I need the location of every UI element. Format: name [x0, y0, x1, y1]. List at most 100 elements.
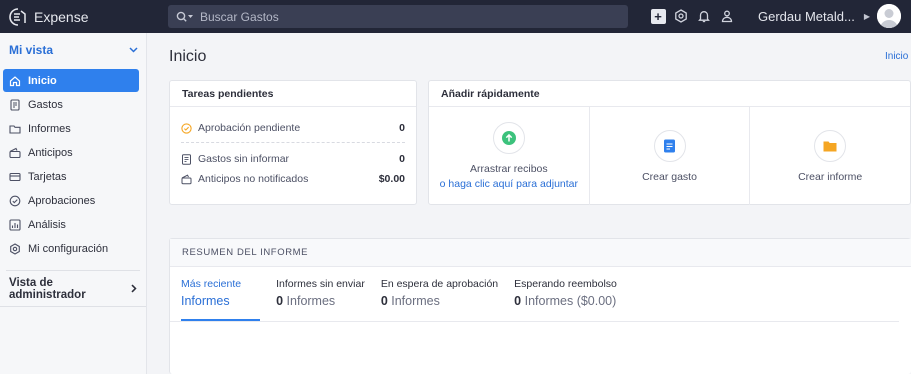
gear-icon: [9, 242, 21, 255]
expense-icon-circle: [653, 129, 686, 162]
avatar[interactable]: [877, 4, 901, 28]
report-folder-icon: [823, 141, 837, 151]
task-row-pending-approval[interactable]: Aprobación pendiente 0: [170, 118, 416, 138]
tab-label: Más reciente: [181, 278, 242, 290]
search-box[interactable]: [168, 5, 628, 28]
task-label: Aprobación pendiente: [198, 122, 301, 134]
task-value: 0: [399, 153, 405, 165]
admin-view-link[interactable]: Vista de administrador: [0, 271, 146, 307]
receipt-icon: [181, 153, 192, 165]
search-input[interactable]: [200, 9, 600, 24]
sidebar: Mi vista Inicio Gastos Informes Anticipo…: [0, 33, 147, 374]
pending-tasks-card: Tareas pendientes Aprobación pendiente 0…: [169, 80, 417, 205]
receipt-icon: [9, 98, 21, 111]
upload-link[interactable]: o haga clic aquí para adjuntar: [440, 178, 578, 190]
wallet-icon: [9, 147, 21, 159]
tab-label: Esperando reembolso: [514, 278, 617, 290]
create-report-button[interactable]: Crear informe: [750, 107, 910, 205]
tab-awaiting-reimbursement[interactable]: Esperando reembolso 0 Informes ($0.00): [514, 278, 617, 321]
page-title: Inicio: [169, 48, 207, 65]
sidebar-item-label: Análisis: [28, 218, 66, 231]
bell-icon[interactable]: [696, 8, 712, 24]
tab-unit: Informes ($0.00): [524, 294, 617, 308]
tab-value: 0 Informes ($0.00): [514, 294, 617, 308]
top-actions: +: [650, 8, 735, 24]
upload-text: Arrastrar recibos: [470, 163, 548, 175]
sidebar-item-label: Informes: [28, 122, 71, 135]
chevron-down-icon: [129, 47, 138, 53]
quick-add-title: Añadir rápidamente: [429, 81, 910, 107]
wallet-icon: [181, 174, 192, 185]
search-icon[interactable]: [168, 11, 200, 23]
tab-label: En espera de aprobación: [380, 278, 499, 290]
tab-awaiting-approval[interactable]: En espera de aprobación 0 Informes: [381, 278, 498, 321]
tab-value: 0 Informes: [276, 294, 365, 308]
sidebar-item-label: Gastos: [28, 98, 63, 111]
task-row-unreported-advances[interactable]: Anticipos no notificados $0.00: [170, 169, 416, 189]
card-icon: [9, 171, 21, 183]
report-icon-circle: [814, 129, 847, 162]
sidebar-item-configuracion[interactable]: Mi configuración: [0, 237, 146, 260]
sidebar-item-analisis[interactable]: Análisis: [0, 213, 146, 236]
tab-unit: Informes: [181, 294, 230, 308]
task-value: 0: [399, 122, 405, 134]
caret-right-icon: ▶: [863, 12, 870, 21]
breadcrumb[interactable]: Inicio: [885, 51, 908, 62]
tab-unsubmitted[interactable]: Informes sin enviar 0 Informes: [276, 278, 365, 321]
users-icon[interactable]: [719, 8, 735, 24]
admin-view-label: Vista de administrador: [9, 276, 86, 301]
create-report-label: Crear informe: [798, 170, 863, 183]
task-value: $0.00: [378, 173, 405, 185]
company-switcher[interactable]: Gerdau Metald... ▶: [758, 9, 870, 24]
upload-arrow-icon: [501, 131, 516, 145]
sidebar-item-label: Inicio: [28, 74, 57, 87]
tab-count: 0: [514, 294, 522, 308]
my-view-label: Mi vista: [9, 43, 54, 57]
settings-hex-icon[interactable]: [673, 8, 689, 24]
plus-icon: +: [650, 8, 666, 24]
upload-receipts-dropzone[interactable]: Arrastrar recibos o haga clic aquí para …: [429, 107, 590, 205]
top-bar: Expense + Gerdau Metald... ▶: [0, 0, 911, 33]
folder-icon: [9, 123, 21, 135]
check-circle-icon: [9, 195, 21, 207]
tab-count: 0: [380, 294, 388, 308]
sidebar-item-label: Mi configuración: [28, 242, 109, 255]
task-label: Gastos sin informar: [198, 153, 290, 165]
task-label: Anticipos no notificados: [198, 173, 309, 185]
create-expense-label: Crear gasto: [642, 170, 697, 183]
tab-unit: Informes: [391, 294, 440, 308]
tab-most-recent[interactable]: Más reciente Informes: [181, 278, 261, 321]
report-summary-card: RESUMEN DEL INFORME Más reciente Informe…: [169, 238, 911, 374]
upload-icon-circle: [492, 122, 525, 154]
sidebar-item-label: Aprobaciones: [28, 194, 96, 207]
quick-add-card: Añadir rápidamente Arrastrar recibos o h…: [428, 80, 911, 205]
app-logo[interactable]: Expense: [0, 7, 168, 27]
app-name: Expense: [34, 8, 89, 25]
add-button[interactable]: +: [650, 8, 666, 24]
sidebar-item-anticipos[interactable]: Anticipos: [0, 141, 146, 164]
user-avatar-icon: [877, 4, 901, 28]
sidebar-item-tarjetas[interactable]: Tarjetas: [0, 165, 146, 188]
tab-unit: Informes: [286, 294, 336, 308]
chevron-right-icon: [131, 284, 137, 293]
sidebar-item-inicio[interactable]: Inicio: [3, 69, 139, 92]
tab-value: 0 Informes: [381, 294, 498, 308]
pending-tasks-title: Tareas pendientes: [170, 81, 416, 107]
sidebar-item-aprobaciones[interactable]: Aprobaciones: [0, 189, 146, 212]
sidebar-item-informes[interactable]: Informes: [0, 117, 146, 140]
tab-label: Informes sin enviar: [276, 278, 365, 290]
home-icon: [9, 75, 21, 87]
task-row-unreported-expenses[interactable]: Gastos sin informar 0: [170, 149, 416, 169]
chart-icon: [9, 218, 21, 231]
report-summary-tabs: Más reciente Informes Informes sin envia…: [170, 278, 899, 322]
report-summary-title: RESUMEN DEL INFORME: [170, 239, 911, 267]
tab-count: 0: [276, 294, 284, 308]
create-expense-button[interactable]: Crear gasto: [590, 107, 751, 205]
sidebar-item-label: Anticipos: [28, 146, 73, 159]
expense-doc-icon: [664, 139, 675, 152]
sidebar-item-label: Tarjetas: [28, 170, 67, 183]
my-view-toggle[interactable]: Mi vista: [0, 33, 146, 67]
clock-check-icon: [181, 122, 192, 134]
expense-logo-icon: [9, 7, 26, 26]
sidebar-item-gastos[interactable]: Gastos: [0, 93, 146, 116]
